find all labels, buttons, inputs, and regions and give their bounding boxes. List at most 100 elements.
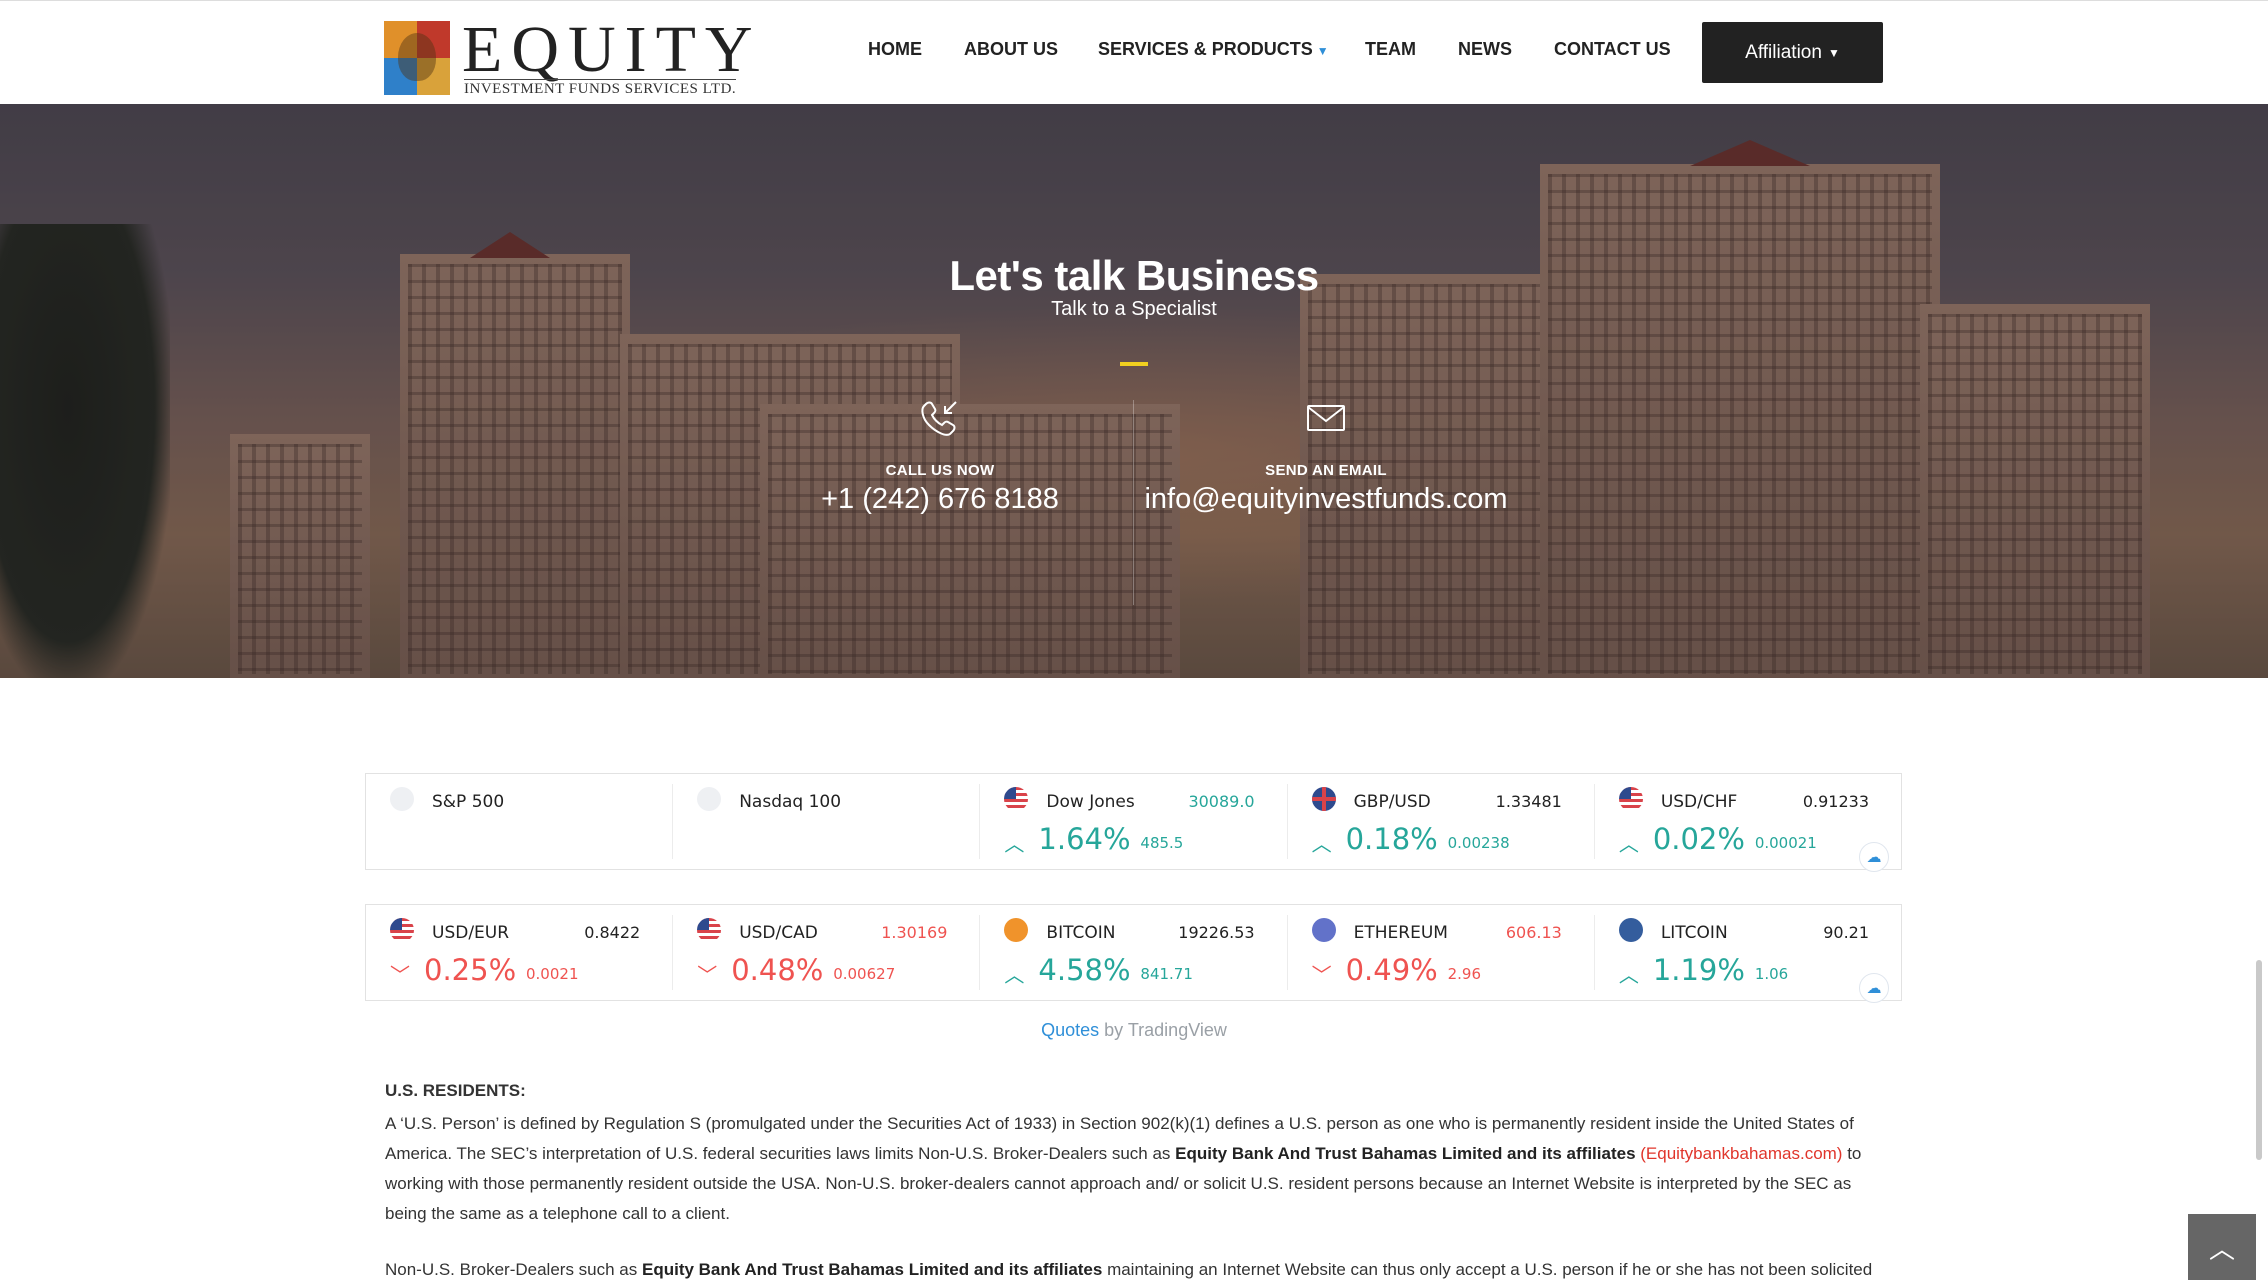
disclaimer-paragraph-2: Non-U.S. Broker-Dealers such as Equity B… [385, 1260, 1873, 1279]
call-us-block[interactable]: CALL US NOW +1 (242) 676 8188 [740, 396, 1140, 516]
affiliation-label: Affiliation [1745, 41, 1822, 63]
nav-news[interactable]: NEWS [1458, 39, 1512, 60]
hero-title: Let's talk Business [949, 252, 1319, 299]
ticker-symbol: Dow Jones [1046, 792, 1135, 812]
tradingview-credit: Quotes by TradingView [0, 1020, 2268, 1041]
disclaimer-paragraph-1: A ‘U.S. Person’ is defined by Regulation… [385, 1114, 1862, 1223]
ticker-symbol: LITCOIN [1660, 923, 1728, 943]
chevron-up-icon: ︿ [1618, 965, 1639, 987]
us-flag-icon [697, 918, 722, 942]
chevron-down-icon: ﹀ [697, 965, 718, 987]
hero-subtitle: Talk to a Specialist [1051, 298, 1217, 320]
ticker-price: 1.33481 [1495, 792, 1562, 811]
ticker-abs-change: 0.00627 [833, 965, 896, 983]
ticker-percent-change: 1.19% [1652, 953, 1745, 987]
ticker-item[interactable]: USD/CAD 1.30169 ﹀ 0.48% 0.00627 [673, 915, 981, 990]
ticker-price: 1.30169 [881, 923, 948, 942]
ticker-symbol: BITCOIN [1046, 923, 1116, 943]
nav-about-us[interactable]: ABOUT US [964, 39, 1058, 60]
btc-flag-icon [1004, 918, 1029, 942]
ticker-price: 0.8422 [584, 923, 641, 942]
ltc-flag-icon [1618, 918, 1643, 942]
call-us-label: CALL US NOW [885, 462, 995, 479]
chevron-down-icon: ﹀ [390, 965, 410, 987]
ticker-abs-change: 2.96 [1447, 965, 1482, 983]
nav-contact-us[interactable]: CONTACT US [1554, 39, 1671, 60]
scroll-to-top-button[interactable]: ︿ [2188, 1214, 2256, 1280]
chevron-up-icon: ︿ [2208, 1233, 2235, 1264]
eth-flag-icon [1311, 918, 1336, 942]
ticker-percent-change: 0.25% [424, 953, 517, 987]
ticker-percent-change: 4.58% [1038, 953, 1131, 987]
ticker-symbol: Nasdaq 100 [739, 792, 842, 812]
ticker-symbol: USD/CHF [1660, 792, 1738, 812]
phone-icon [921, 401, 957, 436]
ticker-item[interactable]: BITCOIN 19226.53 ︿ 4.58% 841.71 [980, 915, 1288, 990]
ticker-tape-row-2[interactable]: USD/EUR 0.8422 ﹀ 0.25% 0.0021 USD/CAD 1.30169 ﹀… [365, 904, 1902, 1003]
ticker-price: 30089.0 [1188, 792, 1255, 811]
ticker-symbol: GBP/USD [1353, 792, 1431, 812]
chevron-up-icon: ︿ [1004, 965, 1025, 987]
symbol-placeholder-icon [697, 787, 722, 811]
tradingview-cloud-icon[interactable]: ☁ [1859, 842, 1890, 872]
nav-home[interactable]: HOME [868, 39, 922, 60]
chevron-down-icon: ﹀ [1311, 965, 1332, 987]
email-label: SEND AN EMAIL [1265, 462, 1387, 479]
quotes-link[interactable]: Quotes [1041, 1020, 1099, 1040]
ticker-tape-row-1[interactable]: S&P 500 Nasdaq 100 Dow Jones 30089.0 ︿ 1.64% 4… [365, 773, 1902, 872]
email-block[interactable]: SEND AN EMAIL info@equityinvestfunds.com [1126, 396, 1526, 516]
ticker-percent-change: 0.02% [1652, 822, 1745, 856]
accent-divider [1120, 362, 1148, 366]
us-flag-icon [1618, 787, 1643, 811]
equitybank-link[interactable]: (Equitybankbahamas.com) [1640, 1144, 1842, 1163]
ticker-abs-change: 0.00021 [1754, 834, 1817, 852]
symbol-placeholder-icon [390, 787, 414, 811]
ticker-item[interactable]: LITCOIN 90.21 ︿ 1.19% 1.06 ☁ [1595, 915, 1901, 1003]
ticker-abs-change: 485.5 [1140, 834, 1184, 852]
nav-services-label: SERVICES & PRODUCTS [1098, 39, 1313, 59]
ticker-price: 90.21 [1823, 923, 1870, 942]
chevron-down-icon: ▼ [1827, 45, 1840, 60]
ticker-abs-change: 1.06 [1754, 965, 1789, 983]
ticker-symbol: USD/EUR [432, 923, 510, 943]
ticker-price: 19226.53 [1178, 923, 1255, 942]
affiliation-dropdown[interactable]: Affiliation ▼ [1702, 22, 1883, 83]
ticker-symbol: ETHEREUM [1353, 923, 1448, 943]
site-header: EQUITY INVESTMENT FUNDS SERVICES LTD. HO… [0, 0, 2268, 104]
ticker-item[interactable]: Nasdaq 100 [673, 784, 981, 859]
ticker-item[interactable]: Dow Jones 30089.0 ︿ 1.64% 485.5 [980, 784, 1288, 859]
ticker-price: 0.91233 [1802, 792, 1870, 811]
ticker-percent-change: 0.49% [1345, 953, 1438, 987]
phone-number[interactable]: +1 (242) 676 8188 [740, 483, 1140, 516]
ticker-price: 606.13 [1505, 923, 1562, 942]
nav-team[interactable]: TEAM [1365, 39, 1416, 60]
us-residents-disclaimer: U.S. RESIDENTS: A ‘U.S. Person’ is defin… [385, 1076, 1880, 1280]
us-flag-icon [1004, 787, 1029, 811]
tradingview-text: by TradingView [1104, 1020, 1227, 1040]
ticker-item[interactable]: USD/CHF 0.91233 ︿ 0.02% 0.00021 ☁ [1595, 784, 1901, 872]
ticker-percent-change: 0.18% [1345, 822, 1438, 856]
ticker-item[interactable]: S&P 500 [366, 784, 674, 859]
logo-wordmark: EQUITY [462, 13, 762, 86]
page-scrollbar[interactable] [2256, 960, 2262, 1160]
company-logo[interactable]: EQUITY INVESTMENT FUNDS SERVICES LTD. [384, 17, 753, 97]
envelope-icon [1307, 405, 1345, 431]
nav-services-products[interactable]: SERVICES & PRODUCTS ▼ [1098, 39, 1329, 60]
ticker-abs-change: 0.00238 [1447, 834, 1510, 852]
ticker-abs-change: 0.0021 [526, 965, 579, 983]
ticker-symbol: USD/CAD [739, 923, 818, 943]
chevron-down-icon: ▼ [1316, 44, 1329, 58]
ticker-item[interactable]: GBP/USD 1.33481 ︿ 0.18% 0.00238 [1288, 784, 1595, 859]
email-address[interactable]: info@equityinvestfunds.com [1126, 483, 1526, 516]
contact-hero [0, 104, 2268, 678]
ticker-percent-change: 1.64% [1038, 822, 1131, 856]
ticker-item[interactable]: USD/EUR 0.8422 ﹀ 0.25% 0.0021 [366, 915, 674, 990]
logo-subtitle: INVESTMENT FUNDS SERVICES LTD. [464, 79, 737, 97]
ticker-item[interactable]: ETHEREUM 606.13 ﹀ 0.49% 2.96 [1288, 915, 1595, 990]
tradingview-cloud-icon[interactable]: ☁ [1859, 973, 1890, 1003]
disclaimer-heading: U.S. RESIDENTS: [385, 1081, 526, 1100]
chevron-up-icon: ︿ [1618, 834, 1639, 856]
us-flag-icon [390, 918, 414, 942]
ticker-percent-change: 0.48% [731, 953, 824, 987]
ticker-abs-change: 841.71 [1140, 965, 1193, 983]
